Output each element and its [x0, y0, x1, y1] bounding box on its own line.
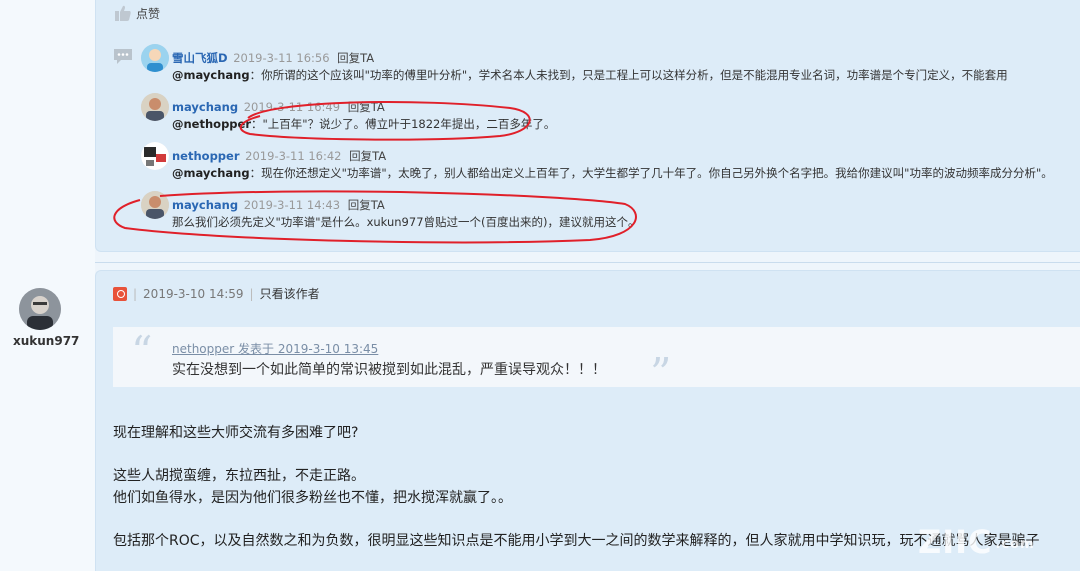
- author-name[interactable]: xukun977: [13, 334, 79, 348]
- quote-source-link[interactable]: nethopper 发表于 2019-3-10 13:45: [172, 340, 378, 357]
- post-time: 2019-3-10 14:59: [143, 286, 244, 301]
- avatar[interactable]: [141, 44, 169, 72]
- reply-button[interactable]: 回复TA: [348, 100, 385, 114]
- mention-link[interactable]: @maychang: [172, 166, 250, 180]
- reply-button[interactable]: 回复TA: [349, 149, 386, 163]
- left-column: [0, 0, 95, 571]
- report-icon[interactable]: [113, 286, 127, 301]
- thumbs-up-icon: [115, 5, 131, 21]
- avatar[interactable]: [141, 191, 169, 219]
- reply-username[interactable]: 雪山飞狐D: [172, 51, 228, 65]
- post-text-line: 这些人胡搅蛮缠，东拉西扯，不走正路。: [113, 468, 365, 484]
- post-text-line: 他们如鱼得水，是因为他们很多粉丝也不懂，把水搅浑就赢了。。: [113, 490, 512, 506]
- reply-time: 2019-3-11 14:43: [243, 198, 341, 212]
- author-avatar[interactable]: [19, 288, 61, 330]
- reply-text: ：现在你还想定义"功率谱"，太晚了，别人都给出定义上百年了，大学生都学了几十年了…: [249, 166, 1053, 180]
- like-label: 点赞: [136, 6, 161, 21]
- comments-icon: [114, 49, 132, 64]
- quote-text: 实在没想到一个如此简单的常识被搅到如此混乱，严重误导观众！！！: [172, 362, 606, 378]
- reply-button[interactable]: 回复TA: [337, 51, 374, 65]
- reply-username[interactable]: maychang: [172, 100, 238, 114]
- like-button[interactable]: 点赞: [114, 4, 160, 22]
- reply-time: 2019-3-11 16:49: [243, 100, 341, 114]
- mention-link[interactable]: @nethopper: [172, 117, 251, 131]
- post-text-line: 包括那个ROC，以及自然数之和为负数，很明显这些知识点是不能用小学到大一之间的数…: [113, 533, 1040, 549]
- only-author-link[interactable]: 只看该作者: [260, 285, 320, 302]
- reply-text: ：你所谓的这个应该叫"功率的傅里叶分析"，学术名本人未找到，只是工程上可以这样分…: [249, 68, 1008, 82]
- quote-open-icon: “: [131, 327, 153, 376]
- quote-close-icon: ”: [650, 349, 672, 398]
- reply-time: 2019-3-11 16:56: [233, 51, 330, 65]
- reply-username[interactable]: nethopper: [172, 149, 240, 163]
- watermark-logo: ZIIC .com: [918, 523, 1035, 561]
- avatar[interactable]: [141, 93, 169, 121]
- avatar[interactable]: [141, 142, 169, 170]
- mention-link[interactable]: @maychang: [172, 68, 250, 82]
- post-text-line: 现在理解和这些大师交流有多困难了吧?: [113, 425, 359, 441]
- reply-username[interactable]: maychang: [172, 198, 238, 212]
- reply-text: ："上百年"？说少了。傅立叶于1822年提出，二百多年了。: [251, 117, 556, 131]
- reply-time: 2019-3-11 16:42: [245, 149, 342, 163]
- post-header: | 2019-3-10 14:59 | 只看该作者: [113, 285, 320, 302]
- post-divider: [95, 262, 1080, 263]
- reply-button[interactable]: 回复TA: [348, 198, 385, 212]
- reply-text: 那么我们必须先定义"功率谱"是什么。xukun977曾贴过一个(百度出来的)，建…: [172, 215, 640, 229]
- quote-block: “ nethopper 发表于 2019-3-10 13:45 实在没想到一个如…: [113, 327, 1080, 395]
